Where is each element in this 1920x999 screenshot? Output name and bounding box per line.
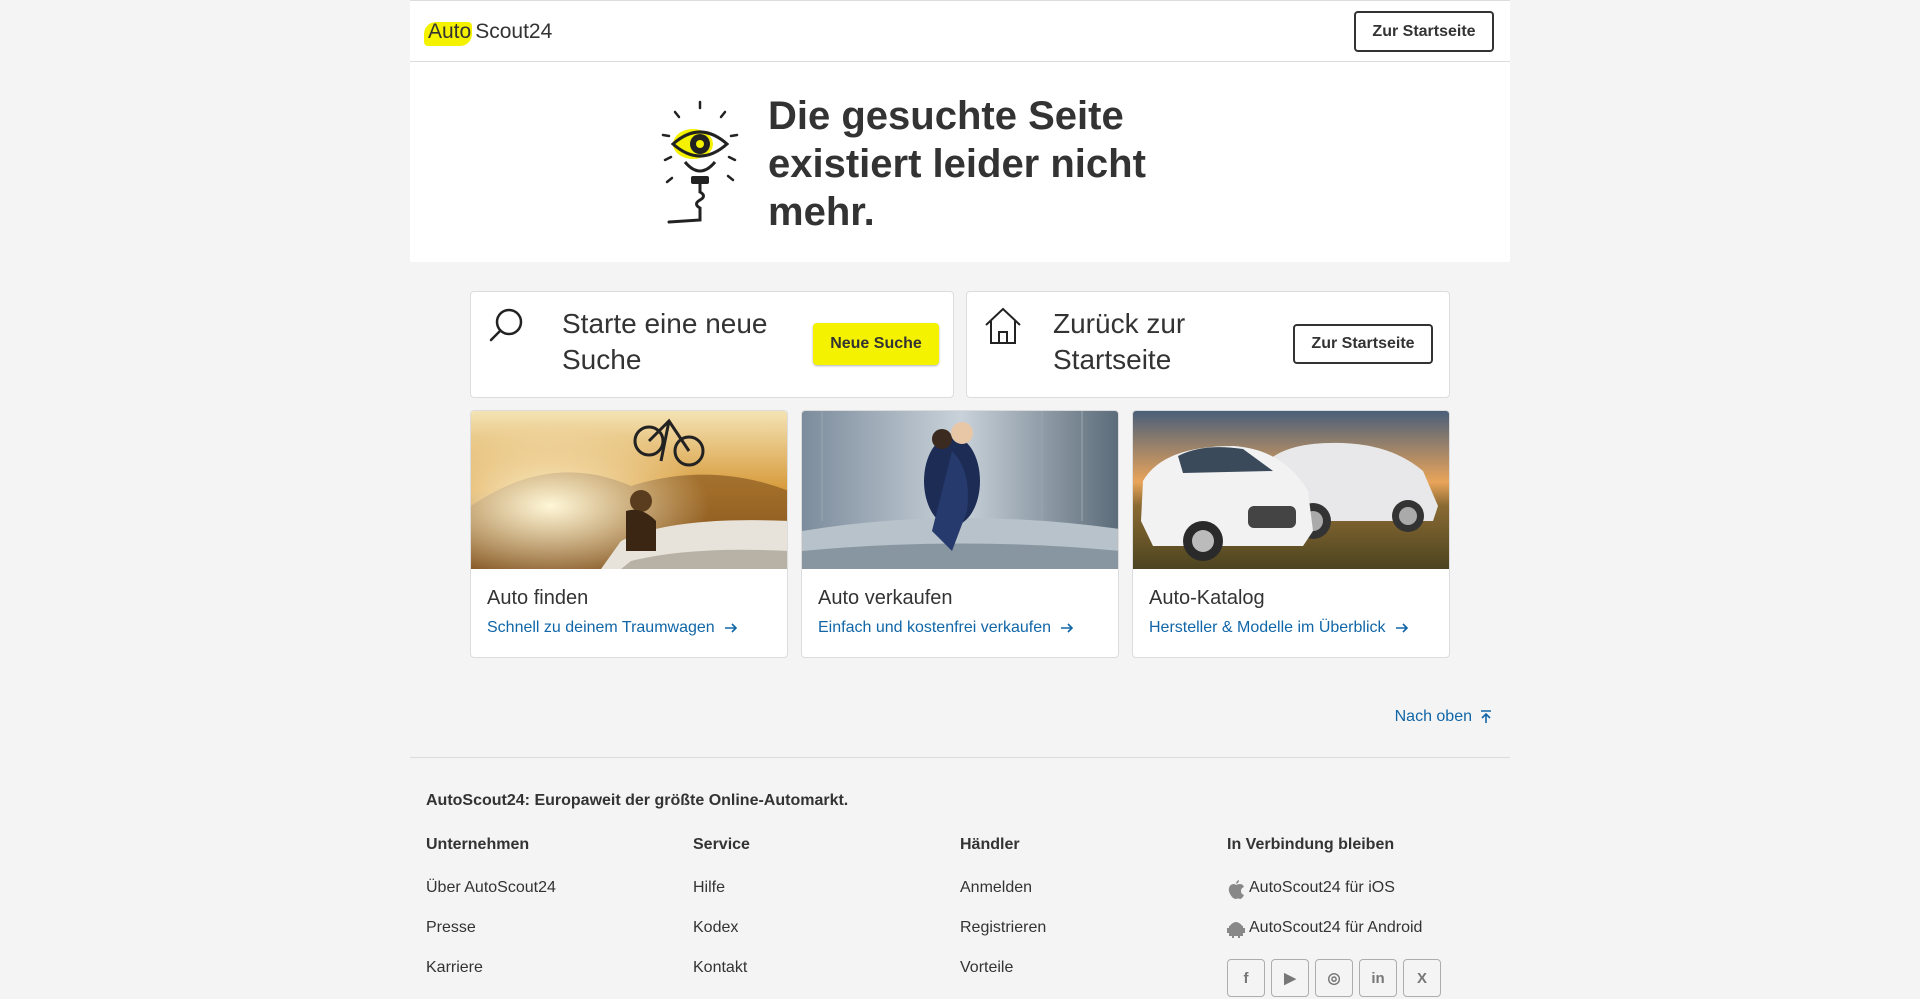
android-icon xyxy=(1227,922,1245,938)
footer-tagline: AutoScout24: Europaweit der größte Onlin… xyxy=(426,792,849,809)
footer-link[interactable]: Kontakt xyxy=(693,959,953,999)
arrow-right-icon xyxy=(1061,623,1074,633)
arrow-up-icon xyxy=(1481,710,1491,723)
new-search-text: Starte eine neue Suche xyxy=(562,308,768,375)
footer-link[interactable]: Presse xyxy=(426,919,686,959)
tile-auto-katalog[interactable]: Auto-Katalog Hersteller & Modelle im Übe… xyxy=(1132,410,1450,658)
home-text: Zurück zur Startseite xyxy=(1053,308,1186,375)
apple-icon xyxy=(1228,880,1244,899)
tile-auto-verkaufen[interactable]: Auto verkaufen Einfach und kostenfrei ve… xyxy=(801,410,1119,658)
linkedin-icon[interactable]: in xyxy=(1359,959,1397,997)
lightbulb-eye-icon xyxy=(661,100,739,224)
ios-app-label: AutoScout24 für iOS xyxy=(1249,879,1395,896)
footer-column-haendler: Händler Anmelden Registrieren Vorteile xyxy=(960,836,1220,999)
home-start-button[interactable]: Zur Startseite xyxy=(1293,324,1433,364)
page-title: Die gesuchte Seite existiert leider nich… xyxy=(768,94,1146,234)
hero: Die gesuchte Seite existiert leider nich… xyxy=(410,62,1510,262)
page: Auto Scout24 Zur Startseite Die gesuchte… xyxy=(410,0,1510,997)
footer-column-service: Service Hilfe Kodex Kontakt xyxy=(693,836,953,999)
header: Auto Scout24 Zur Startseite xyxy=(410,0,1510,62)
tile-auto-finden[interactable]: Auto finden Schnell zu deinem Traumwagen xyxy=(470,410,788,658)
new-search-button[interactable]: Neue Suche xyxy=(813,323,939,365)
search-icon xyxy=(489,308,523,342)
tile-image-couple xyxy=(802,411,1118,569)
tile-link[interactable]: Hersteller & Modelle im Überblick xyxy=(1149,619,1410,637)
logo-auto: Auto xyxy=(423,20,473,46)
footer-link[interactable]: Anmelden xyxy=(960,879,1220,919)
footer-link[interactable]: Vorteile xyxy=(960,959,1220,999)
tile-image-bike-car xyxy=(471,411,787,569)
facebook-icon[interactable]: f xyxy=(1227,959,1265,997)
footer-column-heading: Händler xyxy=(960,836,1020,853)
home-card: Zurück zur Startseite Zur Startseite xyxy=(966,291,1450,398)
tile-link-label: Schnell zu deinem Traumwagen xyxy=(487,619,715,636)
tile-link-label: Hersteller & Modelle im Überblick xyxy=(1149,619,1386,636)
feature-tiles: Auto finden Schnell zu deinem Traumwagen xyxy=(470,410,1450,658)
footer-link[interactable]: Registrieren xyxy=(960,919,1220,959)
tile-link[interactable]: Schnell zu deinem Traumwagen xyxy=(487,619,739,637)
tile-title: Auto finden xyxy=(487,587,589,609)
tile-link[interactable]: Einfach und kostenfrei verkaufen xyxy=(818,619,1075,637)
footer-column-unternehmen: Unternehmen Über AutoScout24 Presse Karr… xyxy=(426,836,686,999)
footer-link[interactable]: Karriere xyxy=(426,959,686,999)
arrow-right-icon xyxy=(1395,623,1408,633)
tile-image-cars xyxy=(1133,411,1449,569)
footer-link[interactable]: Hilfe xyxy=(693,879,953,919)
tile-link-label: Einfach und kostenfrei verkaufen xyxy=(818,619,1052,636)
autoscout24-logo[interactable]: Auto Scout24 xyxy=(423,17,553,47)
footer-divider xyxy=(410,757,1510,758)
home-icon xyxy=(985,307,1021,344)
tile-title: Auto verkaufen xyxy=(818,587,953,609)
logo-scout: Scout24 xyxy=(475,20,553,43)
action-cards: Starte eine neue Suche Neue Suche Zurück… xyxy=(470,291,1450,398)
android-app-label: AutoScout24 für Android xyxy=(1249,919,1423,936)
tile-title: Auto-Katalog xyxy=(1149,587,1265,609)
social-links: f ▶ ◎ in X xyxy=(1227,959,1487,997)
back-to-top-link[interactable]: Nach oben xyxy=(1395,708,1494,726)
footer-column-heading: Unternehmen xyxy=(426,836,530,853)
android-app-link[interactable]: AutoScout24 für Android xyxy=(1227,919,1487,959)
arrow-right-icon xyxy=(724,623,737,633)
back-to-top-label: Nach oben xyxy=(1394,708,1472,725)
youtube-icon[interactable]: ▶ xyxy=(1271,959,1309,997)
xing-icon[interactable]: X xyxy=(1403,959,1441,997)
footer-link[interactable]: Kodex xyxy=(693,919,953,959)
footer-column-connect: In Verbindung bleiben AutoScout24 für iO… xyxy=(1227,836,1487,997)
ios-app-link[interactable]: AutoScout24 für iOS xyxy=(1227,879,1487,919)
header-start-button[interactable]: Zur Startseite xyxy=(1354,11,1494,52)
new-search-card: Starte eine neue Suche Neue Suche xyxy=(470,291,954,398)
footer-column-heading: In Verbindung bleiben xyxy=(1227,836,1395,853)
footer-column-heading: Service xyxy=(693,836,750,853)
footer-link[interactable]: Über AutoScout24 xyxy=(426,879,686,919)
instagram-icon[interactable]: ◎ xyxy=(1315,959,1353,997)
